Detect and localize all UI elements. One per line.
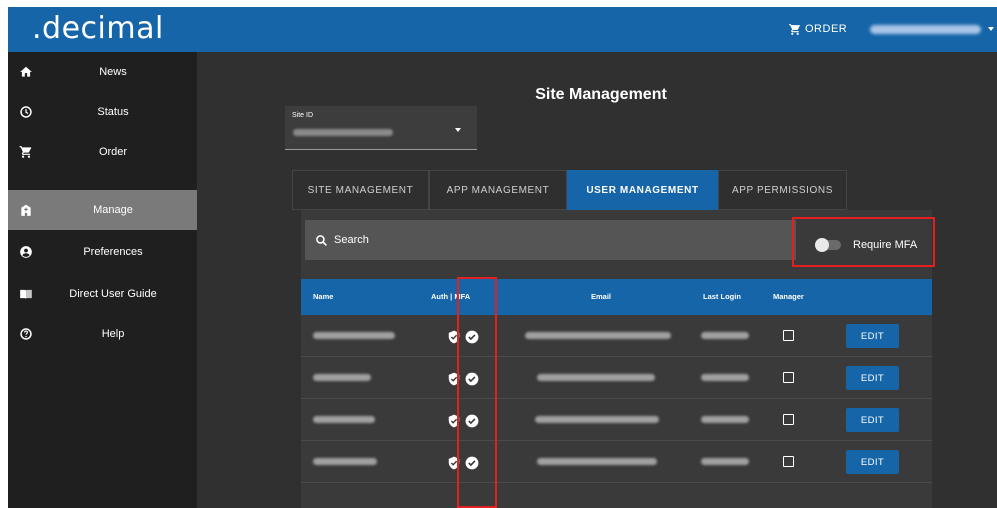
email-cell-redacted [535,416,659,423]
home-icon [20,66,32,77]
sidebar-item-manage[interactable]: Manage [8,190,197,230]
column-header-email: Email [591,292,612,301]
sidebar-item-label: News [99,66,127,78]
sidebar-item-status[interactable]: Status [8,92,197,132]
last-login-cell-redacted [701,458,749,465]
cart-icon [19,146,32,158]
table-row: EDIT [301,357,932,399]
email-cell-redacted [525,332,671,339]
sidebar-item-label: Direct User Guide [69,288,157,300]
hospital-icon [21,204,31,216]
edit-button[interactable]: EDIT [846,366,899,390]
sidebar-item-direct-user-guide[interactable]: Direct User Guide [8,274,197,314]
edit-button[interactable]: EDIT [846,450,899,474]
email-cell-redacted [537,374,655,381]
tab-user-management[interactable]: USER MANAGEMENT [567,170,718,210]
app-logo[interactable]: .decimal [32,11,164,46]
edit-button[interactable]: EDIT [846,408,899,432]
sidebar-item-preferences[interactable]: Preferences [8,232,197,272]
column-header-last-login: Last Login [703,292,741,301]
email-cell-redacted [537,458,657,465]
site-id-value-redacted [293,129,393,136]
order-button[interactable]: ORDER [788,18,847,40]
manager-checkbox[interactable] [783,456,794,467]
sidebar: News Status Order Manage Preferences Dir… [8,52,197,508]
name-cell-redacted [313,458,377,465]
site-id-label: Site ID [292,112,314,119]
search-input[interactable]: Search [305,220,796,260]
column-header-name: Name [313,292,334,301]
clock-icon [20,106,32,118]
sidebar-item-label: Preferences [83,246,143,258]
account-circle-icon [20,246,32,258]
manager-checkbox[interactable] [783,372,794,383]
last-login-cell-redacted [701,332,749,339]
tab-site-management[interactable]: SITE MANAGEMENT [292,170,429,210]
table-row: EDIT [301,399,932,441]
chevron-down-icon [988,27,994,31]
top-app-bar: .decimal ORDER [8,7,997,52]
column-header-manager: Manager [773,292,804,301]
sidebar-item-label: Help [101,328,125,340]
tab-app-management[interactable]: APP MANAGEMENT [429,170,567,210]
sidebar-item-news[interactable]: News [8,52,197,92]
app-window: .decimal ORDER News Status Order Manage [8,7,997,508]
table-row: EDIT [301,441,932,483]
user-menu-button[interactable] [858,18,994,40]
sidebar-item-help[interactable]: Help [8,314,197,354]
sidebar-item-label: Order [98,146,128,158]
chevron-down-icon [455,128,461,132]
sidebar-item-order[interactable]: Order [8,132,197,172]
tab-app-permissions[interactable]: APP PERMISSIONS [718,170,847,210]
highlight-box-mfa-column [457,277,497,508]
order-label: ORDER [805,23,848,35]
book-icon [20,289,32,299]
manager-checkbox[interactable] [783,414,794,425]
cart-icon [789,23,800,35]
name-cell-redacted [313,332,395,339]
highlight-box-require-mfa [792,217,935,267]
search-placeholder: Search [334,234,369,246]
main-content: Site Management Site ID SITE MANAGEMENT … [197,52,997,508]
last-login-cell-redacted [701,416,749,423]
site-id-select[interactable]: Site ID [285,106,477,150]
name-cell-redacted [313,416,375,423]
manager-checkbox[interactable] [783,330,794,341]
help-circle-icon [20,328,32,340]
page-title: Site Management [535,86,667,103]
table-row: EDIT [301,315,932,357]
user-name-redacted [870,24,981,34]
sidebar-item-label: Manage [93,204,133,216]
last-login-cell-redacted [701,374,749,381]
search-icon [316,234,327,246]
name-cell-redacted [313,374,371,381]
edit-button[interactable]: EDIT [846,324,899,348]
table-header: Name Auth | MFA Email Last Login Manager [301,279,932,315]
sidebar-item-label: Status [97,106,129,118]
tab-bar: SITE MANAGEMENT APP MANAGEMENT USER MANA… [292,170,946,210]
